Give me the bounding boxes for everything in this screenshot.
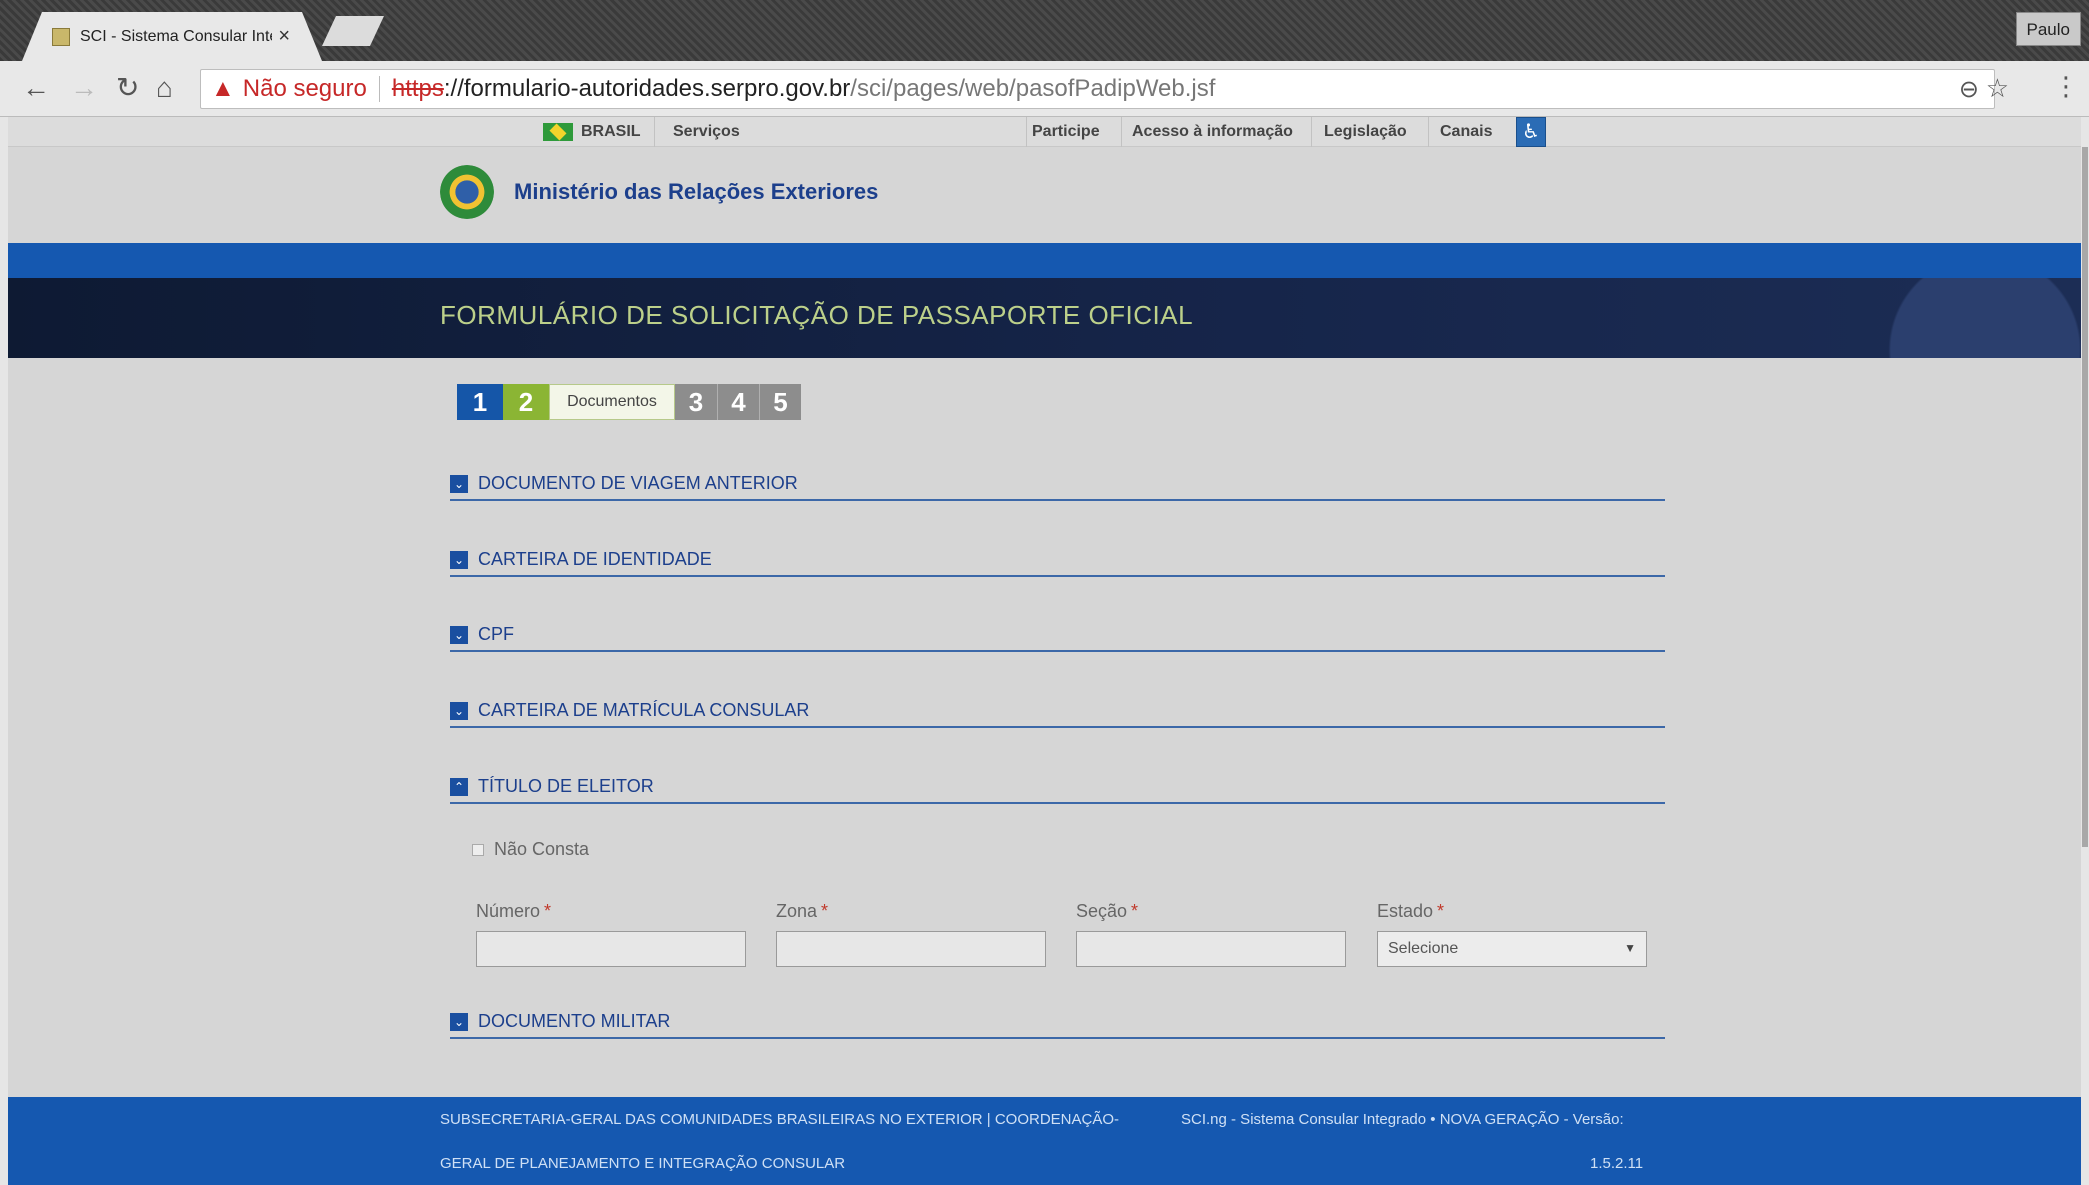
divider xyxy=(654,117,655,147)
section-cpf[interactable]: ⌄ CPF xyxy=(450,624,1665,652)
divider xyxy=(1428,117,1429,147)
estado-label: Estado * xyxy=(1377,901,1445,921)
gov-services-link[interactable]: Serviços xyxy=(673,123,740,141)
browser-tabstrip: SCI - Sistema Consular Inte × Paulo xyxy=(0,0,2089,61)
favicon-icon xyxy=(52,27,70,46)
numero-label: Número * xyxy=(476,901,552,921)
page-title: FORMULÁRIO DE SOLICITAÇÃO DE PASSAPORTE … xyxy=(440,300,1194,330)
forward-icon[interactable]: → xyxy=(70,71,98,105)
footer-version-label: SCI.ng - Sistema Consular Integrado • NO… xyxy=(1181,1111,1624,1128)
browser-toolbar: ← → ↻ ⌂ ▲ Não seguro https://formulario-… xyxy=(0,61,2089,117)
profile-button[interactable]: Paulo xyxy=(2015,12,2081,46)
gov-acesso-link[interactable]: Acesso à informação xyxy=(1132,123,1293,141)
section-titulo-eleitor[interactable]: ⌃ TÍTULO DE ELEITOR xyxy=(450,776,1665,804)
back-icon[interactable]: ← xyxy=(22,71,50,105)
tab-title: SCI - Sistema Consular Inte xyxy=(80,27,273,45)
section-carteira-identidade[interactable]: ⌄ CARTEIRA DE IDENTIDADE xyxy=(450,549,1665,577)
step-5[interactable]: 5 xyxy=(759,384,801,420)
accessibility-icon[interactable]: ♿ xyxy=(1516,117,1546,147)
section-title: CARTEIRA DE IDENTIDADE xyxy=(478,549,712,569)
page-viewport: BRASIL Serviços Participe Acesso à infor… xyxy=(8,117,2081,1185)
footer-org-line1: SUBSECRETARIA-GERAL DAS COMUNIDADES BRAS… xyxy=(440,1111,1120,1128)
section-title: CPF xyxy=(478,624,514,644)
step-4[interactable]: 4 xyxy=(717,384,759,420)
section-title: TÍTULO DE ELEITOR xyxy=(478,776,654,796)
url-path: /sci/pages/web/pasofPadipWeb.jsf xyxy=(850,75,1216,102)
chevron-down-icon[interactable]: ⌄ xyxy=(450,475,468,493)
section-documento-viagem[interactable]: ⌄ DOCUMENTO DE VIAGEM ANTERIOR xyxy=(450,473,1665,501)
brazil-flag-icon xyxy=(543,123,573,141)
nao-consta-label: Não Consta xyxy=(494,839,590,859)
zona-label: Zona * xyxy=(776,901,829,921)
chevron-down-icon[interactable]: ⌄ xyxy=(450,626,468,644)
bookmark-star-icon[interactable]: ☆ xyxy=(1986,73,2009,104)
form-title-banner: FORMULÁRIO DE SOLICITAÇÃO DE PASSAPORTE … xyxy=(8,278,2081,358)
section-matricula-consular[interactable]: ⌄ CARTEIRA DE MATRÍCULA CONSULAR xyxy=(450,700,1665,728)
chevron-up-icon[interactable]: ⌃ xyxy=(450,778,468,796)
zoom-icon[interactable]: ⊖ xyxy=(1959,75,1979,104)
estado-select[interactable]: Selecione ▼ xyxy=(1377,931,1647,967)
nao-consta-row[interactable]: Não Consta xyxy=(472,839,589,860)
step-2-label: Documentos xyxy=(549,384,675,420)
step-3[interactable]: 3 xyxy=(675,384,717,420)
passport-decoration xyxy=(1761,278,2081,358)
estado-selected-value: Selecione xyxy=(1388,940,1459,957)
gov-canais-link[interactable]: Canais xyxy=(1440,123,1492,141)
dropdown-arrow-icon: ▼ xyxy=(1624,941,1636,955)
security-status[interactable]: Não seguro xyxy=(243,75,367,103)
secao-label: Seção * xyxy=(1076,901,1139,921)
browser-menu-icon[interactable]: ⋮ xyxy=(2053,71,2079,102)
close-icon[interactable]: × xyxy=(278,25,290,48)
ministry-name[interactable]: Ministério das Relações Exteriores xyxy=(514,179,878,205)
home-icon[interactable]: ⌂ xyxy=(156,71,173,105)
warning-icon: ▲ xyxy=(211,75,235,102)
step-1[interactable]: 1 xyxy=(457,384,503,420)
section-title: DOCUMENTO DE VIAGEM ANTERIOR xyxy=(478,473,798,493)
divider xyxy=(1026,117,1027,147)
section-documento-militar[interactable]: ⌄ DOCUMENTO MILITAR xyxy=(450,1011,1665,1039)
numero-input[interactable] xyxy=(476,931,746,967)
government-bar: BRASIL Serviços Participe Acesso à infor… xyxy=(8,117,2081,147)
page-footer: SUBSECRETARIA-GERAL DAS COMUNIDADES BRAS… xyxy=(8,1097,2081,1185)
footer-org-line2: GERAL DE PLANEJAMENTO E INTEGRAÇÃO CONSU… xyxy=(440,1155,846,1172)
chevron-down-icon[interactable]: ⌄ xyxy=(450,702,468,720)
section-title: DOCUMENTO MILITAR xyxy=(478,1011,671,1031)
step-2[interactable]: 2 xyxy=(503,384,549,420)
scrollbar[interactable] xyxy=(2081,117,2089,1185)
gov-brasil-link[interactable]: BRASIL xyxy=(581,123,641,141)
gov-legislacao-link[interactable]: Legislação xyxy=(1324,123,1407,141)
secao-input[interactable] xyxy=(1076,931,1346,967)
url-host: formulario-autoridades.serpro.gov.br xyxy=(463,75,851,102)
separator xyxy=(378,76,380,102)
new-tab-button[interactable] xyxy=(322,16,384,46)
nao-consta-checkbox[interactable] xyxy=(472,843,484,856)
reload-icon[interactable]: ↻ xyxy=(116,71,139,105)
wizard-stepper: 1 2 Documentos 3 4 5 xyxy=(457,384,801,420)
zona-input[interactable] xyxy=(776,931,1046,967)
chevron-down-icon[interactable]: ⌄ xyxy=(450,551,468,569)
scrollbar-thumb[interactable] xyxy=(2082,147,2088,847)
divider xyxy=(1121,117,1122,147)
gov-participe-link[interactable]: Participe xyxy=(1032,123,1100,141)
chevron-down-icon[interactable]: ⌄ xyxy=(450,1013,468,1031)
footer-version-number: 1.5.2.11 xyxy=(1590,1155,1644,1172)
divider xyxy=(1311,117,1312,147)
blue-band xyxy=(8,243,2081,278)
browser-tab[interactable]: SCI - Sistema Consular Inte × xyxy=(22,12,322,61)
coat-of-arms-icon xyxy=(440,165,494,219)
address-bar[interactable]: ▲ Não seguro https://formulario-autorida… xyxy=(200,69,1995,109)
ministry-header: Ministério das Relações Exteriores xyxy=(440,165,878,219)
url-separator: :// xyxy=(443,75,464,102)
section-title: CARTEIRA DE MATRÍCULA CONSULAR xyxy=(478,700,810,720)
page-left-edge xyxy=(0,117,8,1185)
url-scheme: https xyxy=(391,75,444,102)
